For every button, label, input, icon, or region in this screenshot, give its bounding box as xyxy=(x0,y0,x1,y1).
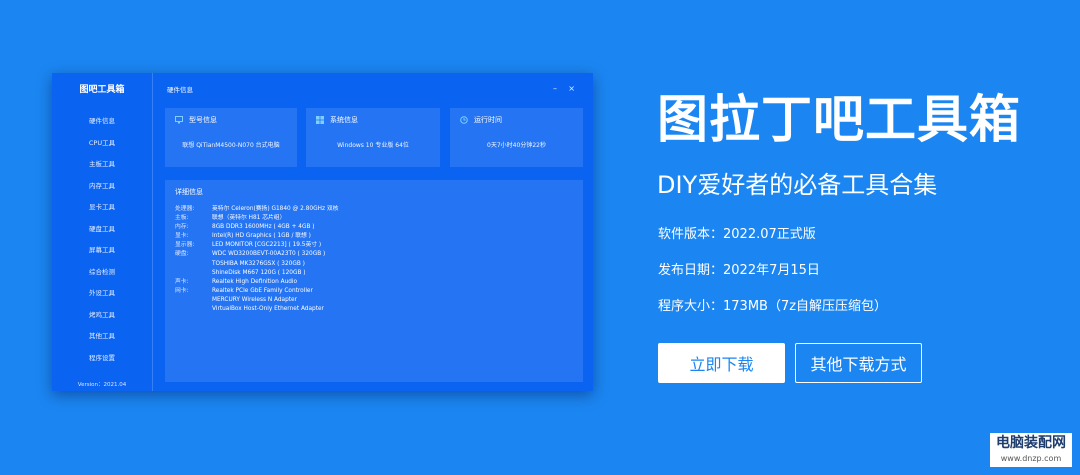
main-panel: 硬件信息 – × 型号信息 联想 QiTianM4500-N070 台式电脑 系… xyxy=(153,73,593,391)
detail-key: 显卡: xyxy=(175,233,189,240)
detail-row: 声卡: Realtek High Definition Audio xyxy=(175,278,583,287)
detail-key xyxy=(175,296,212,305)
detail-row: 硬盘: WDC WD3200BEVT-00A23T0 ( 320GB ) xyxy=(175,250,583,259)
sidebar-nav: 硬件信息 CPU工具 主板工具 内存工具 显卡工具 硬盘工具 屏幕工具 综合检测… xyxy=(52,111,152,369)
detail-row: 处理器: 英特尔 Celeron(赛扬) G1840 @ 2.80GHz 双核 xyxy=(175,205,583,214)
windows-icon xyxy=(316,116,324,124)
detail-value: Realtek PCIe GbE Family Controller xyxy=(212,287,313,294)
sidebar-item-comprehensive-test[interactable]: 综合检测 xyxy=(52,262,152,284)
detail-value: VirtualBox Host-Only Ethernet Adapter xyxy=(212,306,324,313)
detail-info-card: 详细信息 处理器: 英特尔 Celeron(赛扬) G1840 @ 2.80GHz… xyxy=(165,180,583,382)
detail-value: TOSHIBA MK3276GSX ( 320GB ) xyxy=(212,260,305,267)
watermark-url: www.dnzp.com xyxy=(1000,454,1062,463)
detail-value: MERCURY Wireless N Adapter xyxy=(212,296,298,303)
hero-subtitle: DIY爱好者的必备工具合集 xyxy=(657,171,938,199)
detail-key xyxy=(175,260,212,269)
detail-value: Intel(R) HD Graphics ( 1GB / 联想 ) xyxy=(212,233,311,240)
app-brand: 图吧工具箱 xyxy=(79,85,125,95)
detail-row: 内存: 8GB DDR3 1600MHz ( 4GB + 4GB ) xyxy=(175,223,583,232)
detail-row: TOSHIBA MK3276GSX ( 320GB ) xyxy=(175,260,583,269)
detail-row: MERCURY Wireless N Adapter xyxy=(175,296,583,305)
program-size: 程序大小：173MB（7z自解压压缩包） xyxy=(658,299,888,314)
other-download-button[interactable]: 其他下载方式 xyxy=(795,343,922,383)
detail-value: Realtek High Definition Audio xyxy=(212,278,298,285)
detail-value: LED MONITOR [CGC2213] ( 19.5英寸 ) xyxy=(212,242,322,249)
window-title: 硬件信息 xyxy=(167,86,193,94)
uptime-value: 0天7小时40分钟22秒 xyxy=(487,142,546,149)
detail-row: 主板: 联想（英特尔 H81 芯片组） xyxy=(175,214,583,223)
model-info-card: 型号信息 联想 QiTianM4500-N070 台式电脑 xyxy=(165,108,297,167)
sidebar-item-memory-tools[interactable]: 内存工具 xyxy=(52,176,152,198)
sidebar-item-stress-tools[interactable]: 烤鸡工具 xyxy=(52,305,152,327)
detail-value: ShineDisk M667 120G ( 120GB ) xyxy=(212,269,306,276)
detail-key: 内存: xyxy=(175,224,189,231)
watermark-name: 电脑装配网 xyxy=(996,435,1066,451)
sidebar-item-motherboard-tools[interactable]: 主板工具 xyxy=(52,154,152,176)
watermark: 电脑装配网 www.dnzp.com xyxy=(990,433,1072,467)
sidebar-item-peripheral-tools[interactable]: 外设工具 xyxy=(52,283,152,305)
release-date: 发布日期：2022年7月15日 xyxy=(658,263,820,278)
detail-info-list: 处理器: 英特尔 Celeron(赛扬) G1840 @ 2.80GHz 双核 主… xyxy=(165,197,583,314)
detail-key: 硬盘: xyxy=(175,251,189,258)
close-button[interactable]: × xyxy=(568,84,575,93)
detail-value: 联想（英特尔 H81 芯片组） xyxy=(212,215,286,222)
minimize-button[interactable]: – xyxy=(553,84,557,93)
clock-icon xyxy=(460,116,468,124)
uptime-card: 运行时间 0天7小时40分钟22秒 xyxy=(450,108,583,167)
detail-key: 显示器: xyxy=(175,242,195,249)
sidebar-item-hardware-info[interactable]: 硬件信息 xyxy=(52,111,152,133)
sidebar-item-other-tools[interactable]: 其他工具 xyxy=(52,326,152,348)
detail-row: 显卡: Intel(R) HD Graphics ( 1GB / 联想 ) xyxy=(175,232,583,241)
sidebar-item-disk-tools[interactable]: 硬盘工具 xyxy=(52,219,152,241)
version-label: Version：2021.04 xyxy=(77,382,127,388)
system-info-title: 系统信息 xyxy=(330,116,358,124)
detail-info-title: 详细信息 xyxy=(175,188,203,196)
detail-key: 处理器: xyxy=(175,206,195,212)
app-window: 图吧工具箱 硬件信息 CPU工具 主板工具 内存工具 显卡工具 硬盘工具 屏幕工… xyxy=(52,73,593,391)
software-version: 软件版本：2022.07正式版 xyxy=(658,227,816,242)
system-info-value: Windows 10 专业版 64位 xyxy=(337,142,409,149)
detail-row: 网卡: Realtek PCIe GbE Family Controller xyxy=(175,287,583,296)
detail-key: 声卡: xyxy=(175,278,189,285)
detail-row: ShineDisk M667 120G ( 120GB ) xyxy=(175,269,583,278)
detail-row: 显示器: LED MONITOR [CGC2213] ( 19.5英寸 ) xyxy=(175,241,583,250)
sidebar-item-settings[interactable]: 程序设置 xyxy=(52,348,152,370)
sidebar-item-cpu-tools[interactable]: CPU工具 xyxy=(52,133,152,155)
sidebar-item-screen-tools[interactable]: 屏幕工具 xyxy=(52,240,152,262)
sidebar: 图吧工具箱 硬件信息 CPU工具 主板工具 内存工具 显卡工具 硬盘工具 屏幕工… xyxy=(52,73,153,391)
download-now-button[interactable]: 立即下载 xyxy=(658,343,785,383)
system-info-card: 系统信息 Windows 10 专业版 64位 xyxy=(306,108,440,167)
hero-title: 图拉丁吧工具箱 xyxy=(657,91,1022,150)
detail-value: WDC WD3200BEVT-00A23T0 ( 320GB ) xyxy=(212,251,326,258)
detail-key: 主板: xyxy=(175,215,189,222)
uptime-title: 运行时间 xyxy=(474,116,502,124)
detail-value: 英特尔 Celeron(赛扬) G1840 @ 2.80GHz 双核 xyxy=(212,206,339,212)
detail-key xyxy=(175,305,212,314)
detail-key xyxy=(175,269,212,278)
monitor-icon xyxy=(175,116,183,124)
model-info-value: 联想 QiTianM4500-N070 台式电脑 xyxy=(182,142,280,149)
sidebar-item-gpu-tools[interactable]: 显卡工具 xyxy=(52,197,152,219)
detail-key: 网卡: xyxy=(175,287,189,294)
detail-value: 8GB DDR3 1600MHz ( 4GB + 4GB ) xyxy=(212,224,315,231)
model-info-title: 型号信息 xyxy=(189,116,217,124)
detail-row: VirtualBox Host-Only Ethernet Adapter xyxy=(175,305,583,314)
